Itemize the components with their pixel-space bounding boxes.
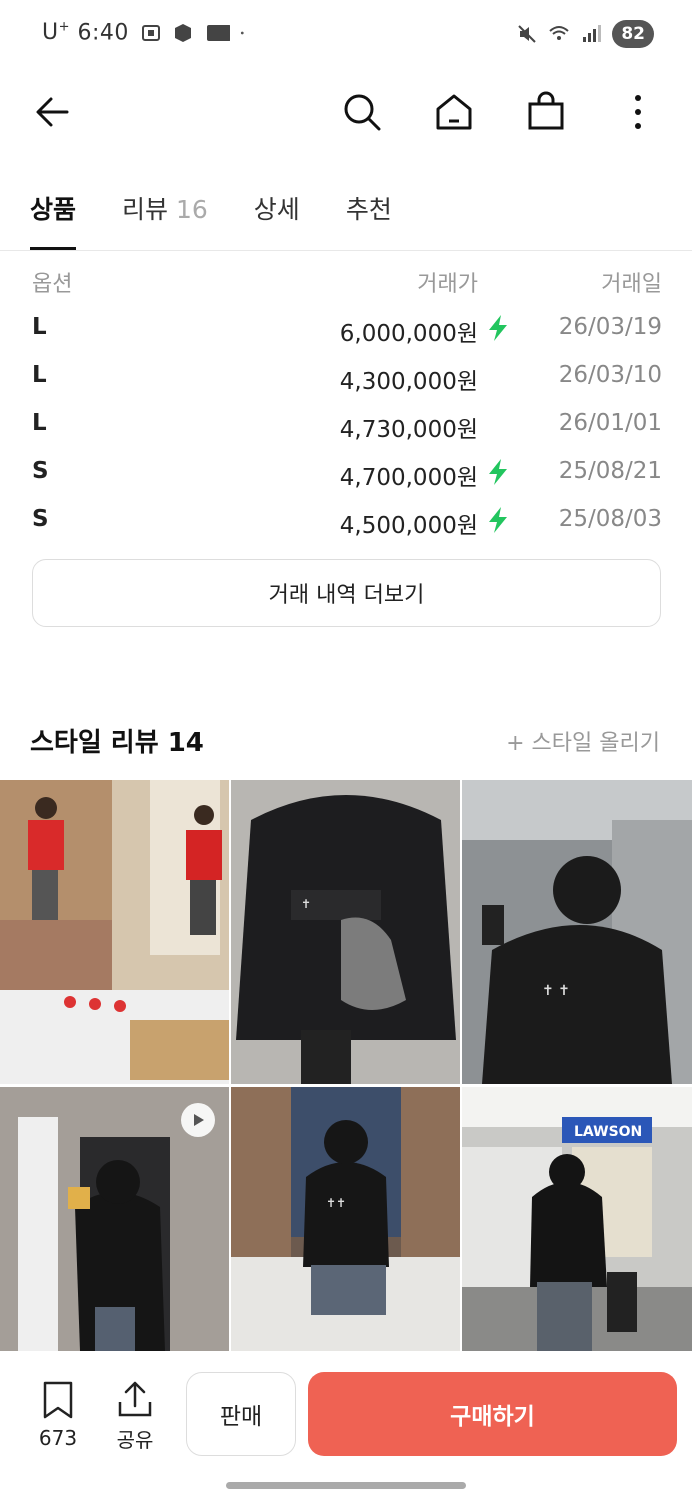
bottom-action-bar: 673 공유 판매 구매하기 xyxy=(0,1356,692,1500)
row-date: 26/03/10 xyxy=(558,362,662,388)
play-icon xyxy=(194,1114,204,1126)
product-tabs: 상품 리뷰 16 상세 추천 xyxy=(30,186,438,250)
view-more-transactions-button[interactable]: 거래 내역 더보기 xyxy=(32,559,661,627)
header-date: 거래일 xyxy=(601,272,662,297)
tab-recommend[interactable]: 추천 xyxy=(346,186,392,250)
row-date: 25/08/03 xyxy=(558,506,662,532)
style-review-title: 스타일 리뷰 14 xyxy=(30,728,204,758)
back-button[interactable] xyxy=(28,88,76,136)
app-bar xyxy=(0,80,692,144)
buy-button[interactable]: 구매하기 xyxy=(308,1372,677,1456)
style-photo-image: ✝✝ xyxy=(231,1087,460,1351)
style-video[interactable] xyxy=(0,1087,229,1351)
style-review-grid: ✝ ✝ ✝ ✝✝ LAWSON xyxy=(0,780,692,1352)
style-photo-image: LAWSON xyxy=(462,1087,692,1351)
bookmark-icon xyxy=(43,1381,73,1419)
system-icons: 82 xyxy=(516,20,654,48)
more-menu-button[interactable] xyxy=(614,88,662,136)
app-notification-icon xyxy=(207,25,230,41)
row-date: 26/01/01 xyxy=(558,410,662,436)
cart-button[interactable] xyxy=(522,88,570,136)
style-photo-image xyxy=(0,780,229,1084)
home-button[interactable] xyxy=(430,88,478,136)
row-option: L xyxy=(32,410,47,436)
svg-text:LAWSON: LAWSON xyxy=(574,1124,642,1140)
style-photo[interactable]: ✝ ✝ xyxy=(462,780,692,1084)
more-vertical-icon xyxy=(635,95,641,129)
style-photo[interactable]: ✝ xyxy=(231,780,460,1084)
carrier-label: U+ xyxy=(42,20,71,46)
screenshot-icon xyxy=(142,25,160,41)
clock: 6:40 xyxy=(77,20,129,46)
back-arrow-icon xyxy=(36,97,69,127)
row-option: L xyxy=(32,362,47,388)
review-count: 16 xyxy=(175,195,208,224)
shield-app-icon xyxy=(175,24,191,42)
row-price: 4,500,000원 xyxy=(339,513,478,539)
share-label: 공유 xyxy=(116,1428,154,1452)
transaction-row: L 4,730,000원 26/01/01 xyxy=(32,402,662,450)
dot-icon xyxy=(240,31,244,35)
svg-text:✝✝: ✝✝ xyxy=(326,1196,346,1210)
transaction-row: L 6,000,000원 26/03/19 xyxy=(32,306,662,354)
row-option: L xyxy=(32,314,47,340)
transaction-row: L 4,300,000원 26/03/10 xyxy=(32,354,662,402)
tab-details[interactable]: 상세 xyxy=(254,186,300,250)
bookmark-button[interactable]: 673 xyxy=(30,1380,86,1450)
row-price: 4,730,000원 xyxy=(339,417,478,443)
row-option: S xyxy=(32,458,49,484)
row-price: 4,700,000원 xyxy=(339,465,478,491)
wifi-icon xyxy=(549,26,569,40)
row-date: 26/03/19 xyxy=(558,314,662,340)
tab-product[interactable]: 상품 xyxy=(30,186,77,250)
play-button[interactable] xyxy=(181,1103,215,1137)
header-option: 옵션 xyxy=(32,272,73,297)
style-photo[interactable]: LAWSON xyxy=(462,1087,692,1351)
status-time: U+ 6:40 xyxy=(42,20,129,45)
svg-text:✝: ✝ xyxy=(301,897,311,911)
notification-icons xyxy=(140,22,250,44)
style-photo-image: ✝ ✝ xyxy=(462,780,692,1084)
style-photo[interactable]: ✝✝ xyxy=(231,1087,460,1351)
transaction-header: 옵션 거래가 거래일 xyxy=(32,262,662,298)
transaction-row: S 4,500,000원 25/08/03 xyxy=(32,498,662,546)
signal-icon xyxy=(583,25,602,42)
fast-delivery-icon xyxy=(489,507,507,533)
mute-icon xyxy=(518,25,537,43)
tabs-divider xyxy=(0,250,692,251)
shopping-bag-icon xyxy=(528,91,564,130)
search-icon xyxy=(344,94,381,131)
sell-button[interactable]: 판매 xyxy=(186,1372,296,1456)
row-date: 25/08/21 xyxy=(558,458,662,484)
status-bar: U+ 6:40 82 xyxy=(0,0,692,72)
transaction-list: L 6,000,000원 26/03/19 L 4,300,000원 26/03… xyxy=(32,306,662,546)
row-price: 6,000,000원 xyxy=(339,321,478,347)
bookmark-count: 673 xyxy=(38,1426,78,1450)
upload-style-link[interactable]: + 스타일 올리기 xyxy=(506,725,660,757)
fast-delivery-icon xyxy=(489,315,507,341)
tab-reviews[interactable]: 리뷰 16 xyxy=(122,186,208,250)
row-price: 4,300,000원 xyxy=(339,369,478,395)
fast-delivery-icon xyxy=(489,459,507,485)
header-price: 거래가 xyxy=(417,272,478,297)
search-button[interactable] xyxy=(338,88,386,136)
battery-indicator: 82 xyxy=(612,20,654,48)
style-photo[interactable] xyxy=(0,780,229,1084)
row-option: S xyxy=(32,506,49,532)
home-indicator xyxy=(226,1482,466,1489)
transaction-row: S 4,700,000원 25/08/21 xyxy=(32,450,662,498)
svg-text:✝ ✝: ✝ ✝ xyxy=(542,983,570,999)
style-photo-image: ✝ xyxy=(231,780,460,1084)
share-button[interactable]: 공유 xyxy=(110,1380,160,1453)
home-icon xyxy=(436,94,472,130)
share-icon xyxy=(118,1381,152,1417)
